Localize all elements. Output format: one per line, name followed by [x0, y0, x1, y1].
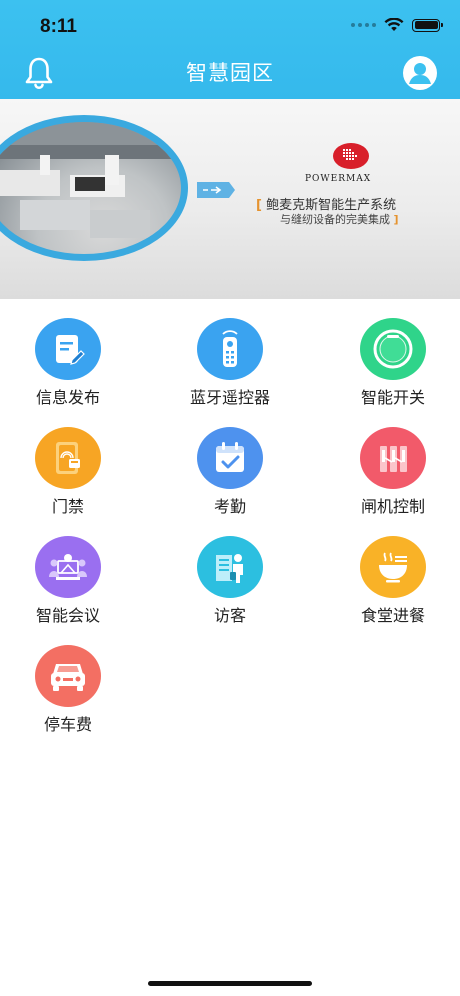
app-label: 门禁 — [51, 497, 84, 516]
bracket-close: ] — [393, 213, 399, 226]
smart-switch-icon — [360, 318, 426, 380]
app-tile-attendance[interactable]: 考勤 — [170, 417, 290, 517]
app-label: 智能会议 — [35, 606, 100, 625]
app-label: 智能开关 — [360, 388, 425, 407]
app-tile-info-publish[interactable]: 信息发布 — [8, 308, 128, 408]
canteen-bowl-icon — [360, 536, 426, 598]
visitor-icon — [197, 536, 263, 598]
car-icon — [35, 645, 101, 707]
signal-icon — [351, 23, 376, 27]
powermax-wordmark: POWERMAX — [305, 174, 372, 184]
app-label: 停车费 — [43, 715, 92, 734]
meeting-icon — [35, 536, 101, 598]
gate-control-icon — [360, 427, 426, 489]
user-profile-icon[interactable] — [402, 55, 438, 91]
app-label: 信息发布 — [35, 388, 100, 407]
home-indicator[interactable] — [148, 981, 312, 986]
app-label: 考勤 — [213, 497, 246, 516]
app-label: 食堂进餐 — [360, 606, 425, 625]
status-icons — [351, 18, 443, 32]
app-label: 蓝牙遥控器 — [189, 388, 270, 407]
factory-photo — [0, 115, 188, 261]
app-label: 闸机控制 — [360, 497, 425, 516]
banner-subline-text: 与缝纫设备的完美集成 — [280, 213, 390, 226]
wifi-icon — [384, 18, 404, 31]
calendar-check-icon — [197, 427, 263, 489]
banner-subline: 与缝纫设备的完美集成 ] — [280, 211, 399, 227]
app-tile-visitor[interactable]: 访客 — [170, 526, 290, 626]
arrow-right-icon — [197, 182, 235, 198]
status-time: 8:11 — [40, 16, 77, 37]
powermax-logo — [333, 143, 369, 169]
page-title: 智慧园区 — [186, 61, 274, 85]
app-tile-gate-control[interactable]: 闸机控制 — [333, 417, 453, 517]
app-tile-parking-fee[interactable]: 停车费 — [8, 635, 128, 735]
door-access-icon — [35, 427, 101, 489]
app-tile-door-access[interactable]: 门禁 — [8, 417, 128, 517]
promo-banner[interactable]: POWERMAX [ 鲍麦克斯智能生产系统 与缝纫设备的完美集成 ] — [0, 99, 460, 299]
document-edit-icon — [35, 318, 101, 380]
battery-icon — [412, 18, 443, 32]
app-tile-canteen[interactable]: 食堂进餐 — [333, 526, 453, 626]
remote-control-icon — [197, 318, 263, 380]
app-tile-smart-meeting[interactable]: 智能会议 — [8, 526, 128, 626]
app-header: 8:11 智慧园区 — [0, 0, 460, 99]
app-tile-bluetooth-remote[interactable]: 蓝牙遥控器 — [170, 308, 290, 408]
bracket-open: [ — [256, 198, 262, 213]
app-tile-smart-switch[interactable]: 智能开关 — [333, 308, 453, 408]
app-label: 访客 — [213, 606, 246, 625]
